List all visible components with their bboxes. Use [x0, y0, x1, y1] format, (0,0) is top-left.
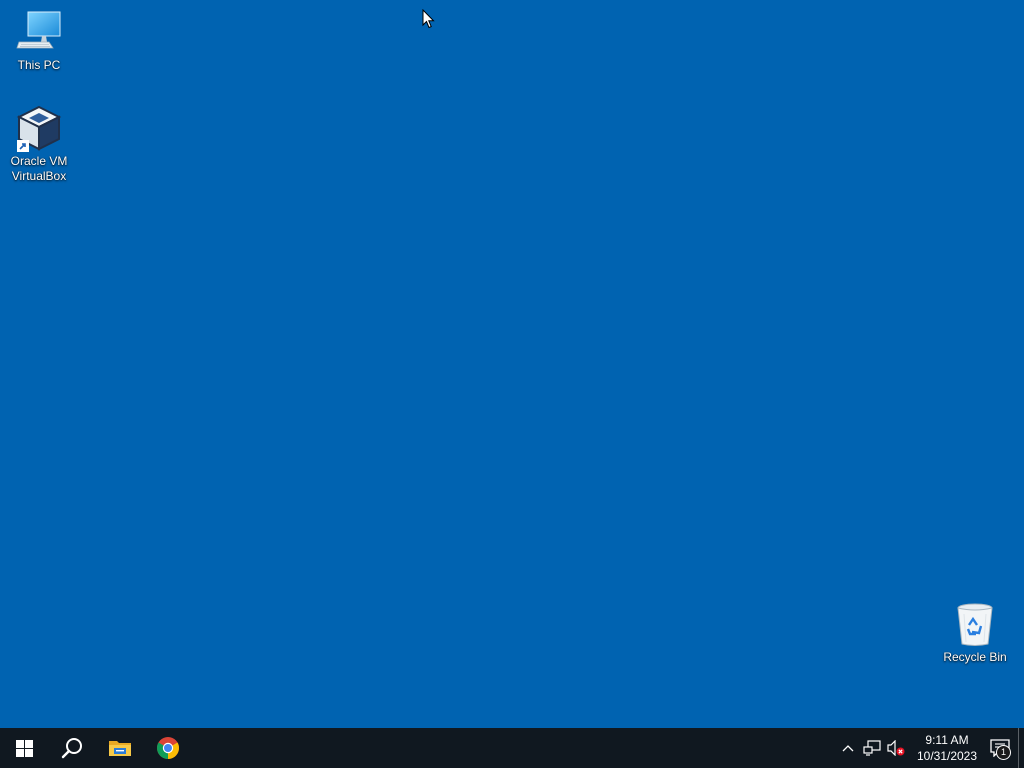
search-button[interactable] [48, 728, 96, 768]
mouse-cursor-icon [422, 9, 435, 29]
desktop-icon-label: This PC [17, 58, 61, 72]
action-center-button[interactable]: 1 [982, 728, 1018, 768]
recycle-bin-icon [951, 600, 999, 648]
clock-date: 10/31/2023 [916, 749, 978, 763]
taskbar-file-explorer[interactable] [96, 728, 144, 768]
windows-start-icon [15, 739, 33, 757]
start-button[interactable] [0, 728, 48, 768]
desktop-icon-recycle-bin[interactable]: Recycle Bin [937, 600, 1013, 665]
desktop-icon-label: Oracle VM VirtualBox [10, 154, 68, 183]
desktop-icon-label: Recycle Bin [943, 650, 1007, 664]
notification-count-badge: 1 [996, 745, 1011, 760]
clock-time: 9:11 AM [925, 733, 969, 747]
volume-muted-icon [887, 740, 905, 756]
taskbar: 9:11 AM 10/31/2023 1 [0, 728, 1024, 768]
taskbar-chrome[interactable] [144, 728, 192, 768]
file-explorer-icon [109, 741, 131, 756]
desktop: This PC Oracle VM VirtualBox Recycle Bin [0, 0, 1024, 728]
volume-button[interactable] [884, 728, 908, 768]
show-hidden-icons-button[interactable] [836, 728, 860, 768]
chrome-icon [157, 737, 179, 759]
taskbar-clock[interactable]: 9:11 AM 10/31/2023 [912, 728, 982, 768]
search-icon [61, 738, 82, 759]
system-tray: 9:11 AM 10/31/2023 1 [836, 728, 1024, 768]
shortcut-arrow-icon [17, 140, 29, 152]
chevron-up-icon [842, 745, 854, 752]
desktop-icon-virtualbox[interactable]: Oracle VM VirtualBox [1, 104, 77, 184]
virtualbox-icon [15, 104, 63, 152]
show-desktop-button[interactable] [1018, 728, 1024, 768]
network-icon [863, 740, 881, 756]
desktop-icon-this-pc[interactable]: This PC [1, 8, 77, 73]
computer-icon [15, 8, 63, 56]
network-button[interactable] [860, 728, 884, 768]
